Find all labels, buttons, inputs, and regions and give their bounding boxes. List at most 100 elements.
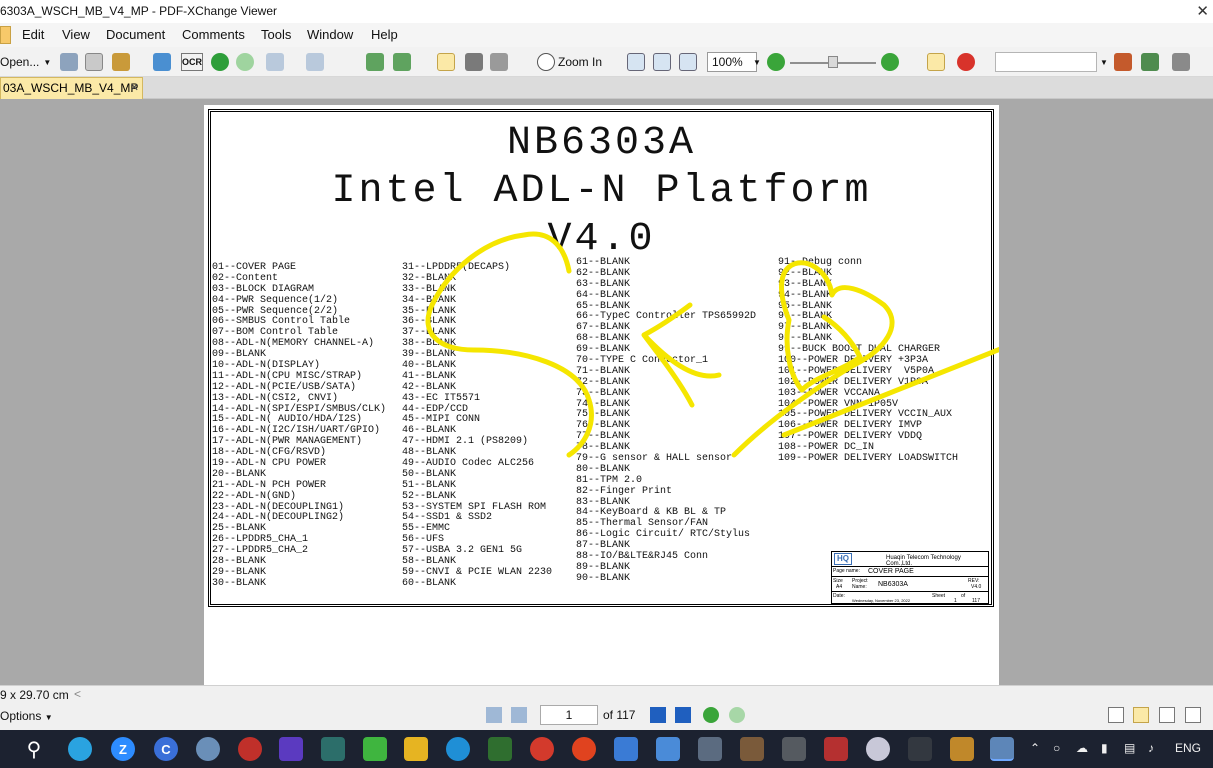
hand-tool-icon[interactable]	[437, 53, 455, 71]
network-icon[interactable]	[196, 737, 220, 761]
download-app-icon[interactable]	[321, 737, 345, 761]
file-menu-icon[interactable]	[0, 26, 11, 44]
zoom-dropdown-icon[interactable]: ▼	[752, 52, 762, 72]
ocr-button[interactable]: OCR	[181, 53, 203, 71]
calendar-app-icon[interactable]	[824, 737, 848, 761]
document-tab-label: 03A_WSCH_MB_V4_MP	[3, 81, 139, 95]
zoom-level-input[interactable]: 100%	[707, 52, 757, 72]
forward-icon[interactable]	[236, 53, 254, 71]
open-button[interactable]: Open... ▼	[0, 52, 52, 72]
scan-icon[interactable]	[153, 53, 171, 71]
zoom-plus-icon[interactable]	[881, 53, 899, 71]
last-page-icon[interactable]	[675, 707, 691, 723]
schematic-title-block: HQ Huaqin Telecom Technology Com.,Ltd. P…	[831, 551, 989, 604]
page-total: of 117	[603, 708, 636, 722]
snapshot-icon[interactable]	[465, 53, 483, 71]
menu-help[interactable]: Help	[371, 27, 398, 42]
continuous-view-icon[interactable]	[1133, 707, 1149, 723]
size-value: A4	[836, 584, 843, 590]
view-mode-icon[interactable]	[927, 53, 945, 71]
back-icon[interactable]	[211, 53, 229, 71]
status-bar: 9 x 29.70 cm < Options ▼ 1 of 117	[0, 685, 1213, 730]
save-icon[interactable]	[60, 53, 78, 71]
menu-tools[interactable]: Tools	[261, 27, 291, 42]
battery-icon[interactable]: ▮	[1101, 741, 1108, 755]
ic-app-icon[interactable]	[908, 737, 932, 761]
tool-app-icon[interactable]	[866, 737, 890, 761]
fit-width-icon[interactable]	[679, 53, 697, 71]
tray-chevron-icon[interactable]: ⌃	[1030, 741, 1040, 755]
spell-check-icon[interactable]	[957, 53, 975, 71]
zoom-in-button[interactable]: Zoom In	[558, 52, 608, 72]
next-page-icon[interactable]	[650, 707, 666, 723]
current-page-input[interactable]: 1	[540, 705, 598, 725]
facing-view-icon[interactable]	[1159, 707, 1175, 723]
package-icon[interactable]	[112, 53, 130, 71]
tab-close-icon[interactable]: ✕	[130, 78, 139, 98]
project-name-value: NB6303A	[878, 581, 908, 588]
menu-window[interactable]: Window	[307, 27, 353, 42]
telegram-icon[interactable]	[68, 737, 92, 761]
title-bar: 6303A_WSCH_MB_V4_MP - PDF-XChange Viewer…	[0, 0, 1213, 23]
sheet-value: 1	[954, 598, 957, 604]
print-icon[interactable]	[85, 53, 103, 71]
select-text-icon[interactable]	[490, 53, 508, 71]
screenshot-app-icon[interactable]	[614, 737, 638, 761]
person-app-icon[interactable]	[698, 737, 722, 761]
history-forward-icon[interactable]	[729, 707, 745, 723]
toc-column-4: 91--Debug conn 92--BLANK 93--BLANK 94--BLAN…	[778, 257, 958, 465]
options-button[interactable]: Options ▼	[0, 709, 53, 723]
settings-icon[interactable]	[1172, 53, 1190, 71]
browser-c-icon[interactable]: C	[154, 737, 178, 761]
redo-icon[interactable]	[306, 53, 324, 71]
toc-column-1: 01--COVER PAGE 02--Content 03--BLOCK DIAGR…	[212, 262, 386, 590]
camtasia-icon[interactable]	[363, 737, 387, 761]
actual-size-icon[interactable]	[627, 53, 645, 71]
document-viewport[interactable]: NB6303A Intel ADL-N Platform V4.0 01--CO…	[0, 99, 1213, 685]
first-page-icon[interactable]	[486, 707, 502, 723]
single-page-view-icon[interactable]	[1108, 707, 1124, 723]
record-app-icon[interactable]	[572, 737, 596, 761]
store-icon[interactable]	[656, 737, 680, 761]
chrome-icon[interactable]	[530, 737, 554, 761]
edge-icon[interactable]	[446, 737, 470, 761]
zalo-icon[interactable]: Z	[111, 737, 135, 761]
circuit-app-icon[interactable]	[279, 737, 303, 761]
zoom-slider-thumb[interactable]	[828, 56, 838, 68]
menu-view[interactable]: View	[62, 27, 90, 42]
fit-page-icon[interactable]	[653, 53, 671, 71]
menu-document[interactable]: Document	[106, 27, 165, 42]
search-input[interactable]	[995, 52, 1097, 72]
winrar-icon[interactable]	[950, 737, 974, 761]
undo-icon[interactable]	[266, 53, 284, 71]
tray-security-icon[interactable]: ○	[1053, 741, 1060, 755]
close-window-icon[interactable]: ✕	[1196, 0, 1209, 23]
find-icon[interactable]	[1114, 53, 1132, 71]
zoom-out-icon[interactable]	[767, 53, 785, 71]
document-tab-strip: 03A_WSCH_MB_V4_MP ✕	[0, 77, 1213, 99]
menu-edit[interactable]: Edit	[22, 27, 44, 42]
zoom-in-icon[interactable]	[537, 53, 555, 71]
history-back-icon[interactable]	[703, 707, 719, 723]
menu-comments[interactable]: Comments	[182, 27, 245, 42]
excel-like-icon[interactable]	[488, 737, 512, 761]
previous-page-icon[interactable]	[511, 707, 527, 723]
toolbox-icon[interactable]	[740, 737, 764, 761]
continuous-facing-view-icon[interactable]	[1185, 707, 1201, 723]
file-explorer-icon[interactable]	[404, 737, 428, 761]
rotate-icon[interactable]	[366, 53, 384, 71]
wifi-icon[interactable]: ▤	[1124, 741, 1135, 755]
company-name: Huaqin Telecom Technology Com.,Ltd.	[886, 555, 961, 567]
document-tab[interactable]: 03A_WSCH_MB_V4_MP ✕	[0, 77, 143, 99]
input-language[interactable]: ENG	[1175, 741, 1201, 755]
volume-icon[interactable]: ♪	[1148, 741, 1154, 755]
onedrive-icon[interactable]: ☁	[1076, 741, 1088, 755]
find-next-icon[interactable]	[1141, 53, 1159, 71]
scroll-left-icon[interactable]: <	[74, 687, 81, 701]
search-dropdown-icon[interactable]: ▼	[1099, 52, 1109, 72]
pdf-xchange-taskbar-icon[interactable]	[990, 737, 1014, 761]
chip-app-icon[interactable]	[782, 737, 806, 761]
extract-icon[interactable]	[393, 53, 411, 71]
search-icon[interactable]: ⚲	[22, 737, 46, 761]
app-red-icon[interactable]	[238, 737, 262, 761]
